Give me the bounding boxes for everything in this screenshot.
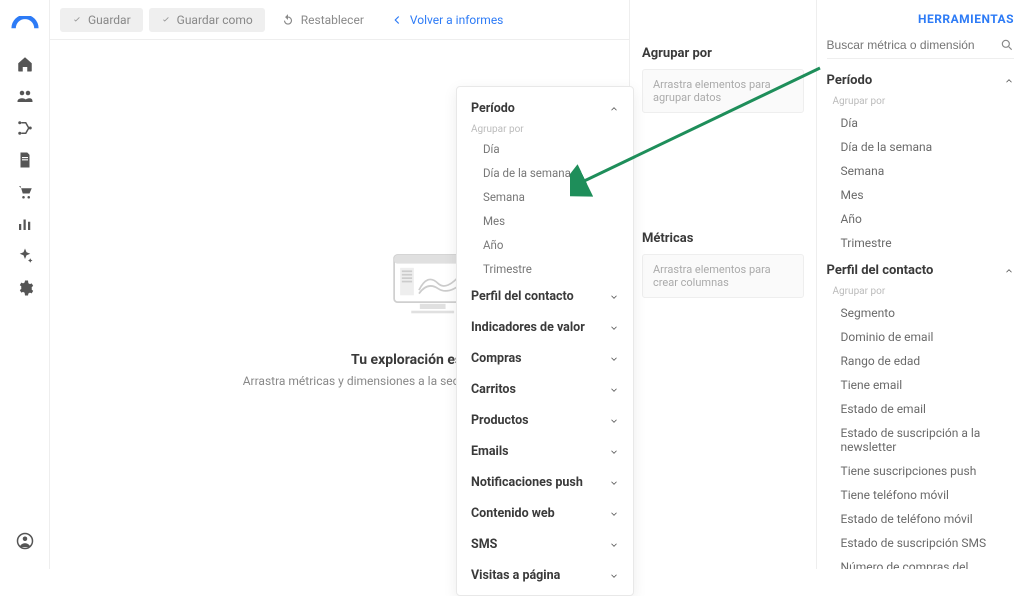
chevron-down-icon xyxy=(609,292,619,302)
period-opt[interactable]: Mes xyxy=(841,183,1014,207)
save-button[interactable]: Guardar xyxy=(60,8,143,32)
dd-section[interactable]: Visitas a página xyxy=(457,560,633,591)
reset-button[interactable]: Restablecer xyxy=(271,8,374,32)
chevron-down-icon xyxy=(609,416,619,426)
chevron-up-icon xyxy=(1004,76,1014,86)
period-opt[interactable]: Día de la semana xyxy=(841,135,1014,159)
nav-flows[interactable] xyxy=(0,112,50,144)
profile-opt[interactable]: Tiene suscripciones push xyxy=(841,459,1014,483)
search-input[interactable] xyxy=(827,38,1000,52)
dd-section[interactable]: Indicadores de valor xyxy=(457,312,633,343)
section-period[interactable]: Período xyxy=(827,65,1014,96)
dd-section[interactable]: Carritos xyxy=(457,374,633,405)
profile-opt[interactable]: Rango de edad xyxy=(841,349,1014,373)
nav-content[interactable] xyxy=(0,144,50,176)
dd-section[interactable]: Notificaciones push xyxy=(457,467,633,498)
dd-opt[interactable]: Día de la semana xyxy=(457,161,633,185)
dd-opt[interactable]: Trimestre xyxy=(457,257,633,281)
chevron-down-icon xyxy=(609,509,619,519)
save-as-button[interactable]: Guardar como xyxy=(149,8,265,32)
dd-section[interactable]: SMS xyxy=(457,529,633,560)
search-icon[interactable] xyxy=(1000,38,1014,52)
nav-ai[interactable] xyxy=(0,240,50,272)
nav-account[interactable] xyxy=(0,525,50,557)
dd-section[interactable]: Compras xyxy=(457,343,633,374)
group-by-heading: Agrupar por xyxy=(642,46,804,61)
dd-section[interactable]: Emails xyxy=(457,436,633,467)
chevron-down-icon xyxy=(609,354,619,364)
dd-opt[interactable]: Mes xyxy=(457,209,633,233)
dimension-dropdown[interactable]: Período Agrupar por Día Día de la semana… xyxy=(456,86,634,596)
dd-section[interactable]: Contenido web xyxy=(457,498,633,529)
profile-opt[interactable]: Estado de suscripción SMS xyxy=(841,531,1014,555)
tools-title: HERRAMIENTAS xyxy=(827,8,1014,36)
profile-opt[interactable]: Tiene teléfono móvil xyxy=(841,483,1014,507)
chevron-down-icon xyxy=(609,540,619,550)
group-by-label: Agrupar por xyxy=(833,286,1014,297)
metrics-heading: Métricas xyxy=(642,231,804,246)
chevron-down-icon xyxy=(609,385,619,395)
period-opt[interactable]: Semana xyxy=(841,159,1014,183)
profile-opt[interactable]: Tiene email xyxy=(841,373,1014,397)
dd-section[interactable]: Productos xyxy=(457,405,633,436)
nav-home[interactable] xyxy=(0,48,50,80)
chevron-up-icon xyxy=(1004,266,1014,276)
nav-analytics[interactable] xyxy=(0,208,50,240)
profile-opt[interactable]: Estado de email xyxy=(841,397,1014,421)
dd-section-period[interactable]: Período xyxy=(457,93,633,124)
dd-opt[interactable]: Semana xyxy=(457,185,633,209)
metrics-dropzone[interactable]: Arrastra elementos para crear columnas xyxy=(642,254,804,298)
section-profile[interactable]: Perfil del contacto xyxy=(827,255,1014,286)
chevron-down-icon xyxy=(609,447,619,457)
dd-opt[interactable]: Año xyxy=(457,233,633,257)
chevron-up-icon xyxy=(609,104,619,114)
profile-opt[interactable]: Estado de teléfono móvil xyxy=(841,507,1014,531)
period-opt[interactable]: Día xyxy=(841,111,1014,135)
profile-opt[interactable]: Segmento xyxy=(841,301,1014,325)
nav-commerce[interactable] xyxy=(0,176,50,208)
chevron-down-icon xyxy=(609,323,619,333)
profile-opt[interactable]: Estado de suscripción a la newsletter xyxy=(841,421,1014,459)
dd-group-by-label: Agrupar por xyxy=(457,124,633,137)
profile-opt[interactable]: Dominio de email xyxy=(841,325,1014,349)
back-link[interactable]: Volver a informes xyxy=(380,8,514,32)
period-opt[interactable]: Año xyxy=(841,207,1014,231)
group-by-dropzone[interactable]: Arrastra elementos para agrupar datos xyxy=(642,69,804,113)
profile-opt[interactable]: Número de compras del contacto xyxy=(841,555,1014,569)
group-by-label: Agrupar por xyxy=(833,96,1014,107)
app-logo xyxy=(11,16,39,30)
chevron-down-icon xyxy=(609,571,619,581)
period-opt[interactable]: Trimestre xyxy=(841,231,1014,255)
dd-section[interactable]: Perfil del contacto xyxy=(457,281,633,312)
dd-opt[interactable]: Día xyxy=(457,137,633,161)
nav-settings[interactable] xyxy=(0,272,50,304)
chevron-down-icon xyxy=(609,478,619,488)
nav-contacts[interactable] xyxy=(0,80,50,112)
